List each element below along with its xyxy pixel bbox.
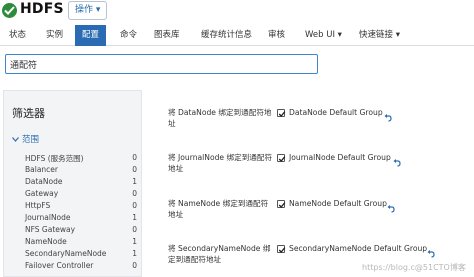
setting-label-namenode-wildcard: 将 NameNode 绑定到通配符地址 xyxy=(168,199,269,219)
config-search-input[interactable] xyxy=(10,57,310,71)
status-check-icon xyxy=(2,3,17,18)
tab-quick-links[interactable]: 快速链接 ▾ xyxy=(359,25,400,46)
scope-section-toggle[interactable]: 范围 xyxy=(12,133,39,145)
service-title: HDFS xyxy=(20,1,64,17)
setting-label-secondarynamenode-wildcard: 将 SecondaryNameNode 绑定到通配符地址 xyxy=(168,244,271,264)
filter-item-secondarynamenode[interactable]: SecondaryNameNode 1 xyxy=(25,249,140,260)
filter-panel: 筛选器 范围 HDFS (服务范围) 0 Balancer 0 DataNode… xyxy=(3,90,142,277)
tab-instances[interactable]: 实例 xyxy=(46,25,63,46)
setting-checkbox-namenode-wildcard[interactable] xyxy=(277,200,286,208)
watermark: https://blog.c@51CTO博客 xyxy=(362,263,466,272)
chevron-down-icon xyxy=(12,135,19,145)
config-group-datanode: DataNode Default Group xyxy=(289,108,383,117)
tab-cache-statistics[interactable]: 缓存统计信息 xyxy=(201,25,252,46)
filter-item-hdfs-service[interactable]: HDFS (服务范围) 0 xyxy=(25,153,140,164)
hdfs-config-page: HDFS 操作 ▾ 状态 实例 配置 命令 图表库 缓存统计信息 审核 Web … xyxy=(0,0,474,277)
filter-item-journalnode[interactable]: JournalNode 1 xyxy=(25,213,140,224)
undo-icon[interactable] xyxy=(427,243,435,258)
setting-checkbox-secondarynamenode-wildcard[interactable] xyxy=(277,245,286,253)
config-group-secondarynamenode: SecondaryNameNode Default Group xyxy=(289,244,428,253)
filter-item-balancer[interactable]: Balancer 0 xyxy=(25,165,140,176)
setting-label-datanode-wildcard: 将 DataNode 绑定到通配符地址 xyxy=(168,108,272,128)
tab-commands[interactable]: 命令 xyxy=(120,25,137,46)
filter-panel-title: 筛选器 xyxy=(12,107,45,120)
undo-icon[interactable] xyxy=(393,152,401,167)
filter-item-namenode[interactable]: NameNode 1 xyxy=(25,237,140,248)
filter-item-failover-controller[interactable]: Failover Controller 0 xyxy=(25,261,140,272)
filter-item-datanode[interactable]: DataNode 1 xyxy=(25,177,140,188)
header: HDFS 操作 ▾ xyxy=(0,0,474,24)
actions-dropdown-button[interactable]: 操作 ▾ xyxy=(68,1,108,20)
undo-icon[interactable] xyxy=(387,198,395,213)
tab-status[interactable]: 状态 xyxy=(9,25,26,46)
config-group-journalnode: JournalNode Default Group xyxy=(289,153,391,162)
search-box xyxy=(5,54,318,74)
undo-icon[interactable] xyxy=(384,107,392,122)
filter-item-gateway[interactable]: Gateway 0 xyxy=(25,189,140,200)
setting-label-journalnode-wildcard: 将 JournalNode 绑定到通配符地址 xyxy=(168,153,273,173)
tab-web-ui[interactable]: Web UI ▾ xyxy=(305,25,342,46)
filter-item-nfs-gateway[interactable]: NFS Gateway 0 xyxy=(25,225,140,236)
tab-bar: 状态 实例 配置 命令 图表库 缓存统计信息 审核 Web UI ▾ 快速链接 … xyxy=(0,25,474,46)
tab-charts-library[interactable]: 图表库 xyxy=(154,25,180,46)
setting-checkbox-journalnode-wildcard[interactable] xyxy=(277,154,286,162)
scope-section-label: 范围 xyxy=(22,135,40,145)
config-group-namenode: NameNode Default Group xyxy=(289,199,387,208)
setting-checkbox-datanode-wildcard[interactable] xyxy=(277,109,286,117)
filter-item-httpfs[interactable]: HttpFS 0 xyxy=(25,201,140,212)
tab-configuration[interactable]: 配置 xyxy=(75,25,107,46)
tab-audits[interactable]: 审核 xyxy=(268,25,285,46)
